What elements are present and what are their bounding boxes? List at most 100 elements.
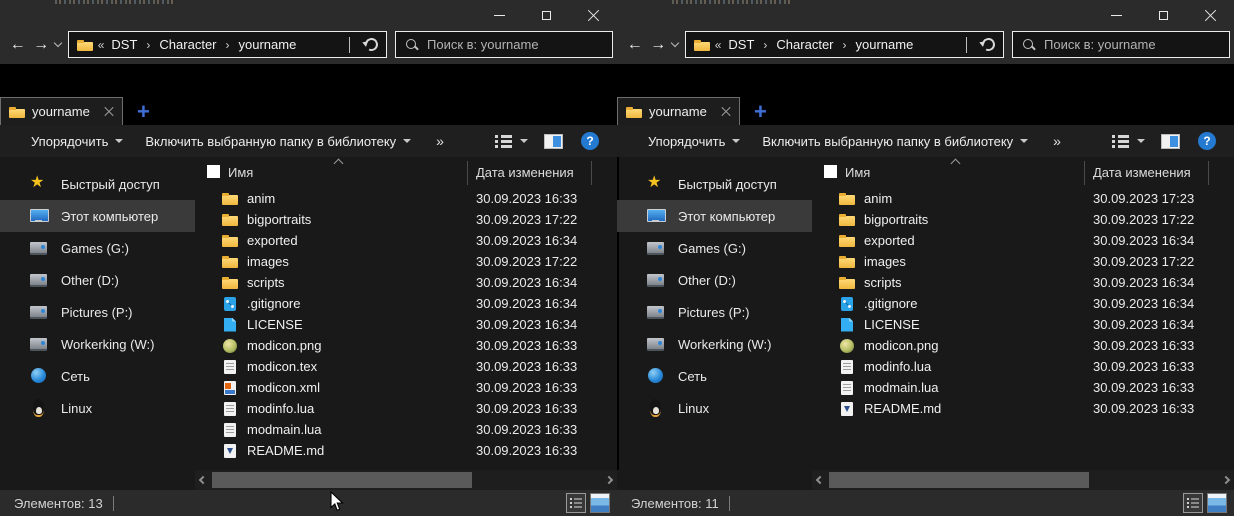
search-box[interactable] — [1012, 31, 1230, 58]
address-field[interactable]: « DST › Character › yourname — [685, 31, 1004, 58]
help-button[interactable]: ? — [1198, 132, 1216, 150]
file-row[interactable]: scripts 30.09.2023 16:34 — [195, 272, 617, 293]
sidebar-item[interactable]: Этот компьютер — [0, 200, 195, 232]
select-all-checkbox[interactable] — [207, 165, 220, 178]
breadcrumb-collapsed-button[interactable]: « — [98, 38, 105, 52]
sidebar-item[interactable]: Pictures (P:) — [617, 296, 812, 328]
include-in-library-button[interactable]: Включить выбранную папку в библиотеку — [751, 125, 1039, 157]
address-dropdown-button[interactable] — [966, 37, 967, 52]
sidebar-item[interactable]: Linux — [617, 392, 812, 424]
file-row[interactable]: bigportraits 30.09.2023 17:22 — [195, 209, 617, 230]
file-row[interactable]: modinfo.lua 30.09.2023 16:33 — [812, 356, 1234, 377]
column-header-name[interactable]: Имя — [845, 165, 870, 180]
file-row[interactable]: modicon.xml 30.09.2023 16:33 — [195, 377, 617, 398]
thumbnail-view-button[interactable] — [590, 493, 610, 513]
file-row[interactable]: modmain.lua 30.09.2023 16:33 — [812, 377, 1234, 398]
scrollbar-thumb[interactable] — [829, 472, 1089, 488]
minimize-button[interactable] — [1093, 0, 1140, 30]
file-row[interactable]: modicon.png 30.09.2023 16:33 — [195, 335, 617, 356]
view-dropdown-button[interactable] — [1137, 139, 1145, 143]
address-dropdown-button[interactable] — [349, 37, 350, 52]
search-input[interactable] — [1044, 37, 1220, 52]
back-button[interactable]: ← — [6, 37, 29, 53]
back-button[interactable]: ← — [623, 37, 646, 53]
file-row[interactable]: LICENSE 30.09.2023 16:34 — [812, 314, 1234, 335]
sidebar-item[interactable]: Games (G:) — [617, 232, 812, 264]
details-view-button[interactable] — [1183, 493, 1203, 513]
breadcrumb-segment-yourname[interactable]: yourname — [237, 37, 299, 52]
forward-button[interactable]: → — [646, 37, 669, 53]
file-row[interactable]: .gitignore 30.09.2023 16:34 — [812, 293, 1234, 314]
file-row[interactable]: LICENSE 30.09.2023 16:34 — [195, 314, 617, 335]
file-row[interactable]: README.md 30.09.2023 16:33 — [195, 440, 617, 461]
toolbar-overflow-button[interactable]: » — [422, 133, 458, 149]
file-row[interactable]: modmain.lua 30.09.2023 16:33 — [195, 419, 617, 440]
column-separator[interactable] — [467, 161, 468, 185]
new-tab-button[interactable]: + — [137, 103, 150, 121]
maximize-button[interactable] — [1140, 0, 1187, 30]
column-header-date[interactable]: Дата изменения — [476, 165, 574, 180]
sidebar-item[interactable]: Workerking (W:) — [617, 328, 812, 360]
file-row[interactable]: modinfo.lua 30.09.2023 16:33 — [195, 398, 617, 419]
file-row[interactable]: modicon.png 30.09.2023 16:33 — [812, 335, 1234, 356]
maximize-button[interactable] — [523, 0, 570, 30]
recent-locations-button[interactable] — [670, 43, 681, 46]
toolbar-overflow-button[interactable]: » — [1039, 133, 1075, 149]
file-row[interactable]: bigportraits 30.09.2023 17:22 — [812, 209, 1234, 230]
organize-button[interactable]: Упорядочить — [637, 125, 751, 157]
preview-pane-button[interactable] — [544, 134, 563, 149]
file-row[interactable]: exported 30.09.2023 16:34 — [195, 230, 617, 251]
new-tab-button[interactable]: + — [754, 103, 767, 121]
select-all-checkbox[interactable] — [824, 165, 837, 178]
breadcrumb-segment-yourname[interactable]: yourname — [854, 37, 916, 52]
organize-button[interactable]: Упорядочить — [20, 125, 134, 157]
column-separator[interactable] — [591, 161, 592, 185]
breadcrumb-segment-dst[interactable]: DST — [726, 37, 756, 52]
view-dropdown-button[interactable] — [520, 139, 528, 143]
search-box[interactable] — [395, 31, 613, 58]
close-button[interactable] — [1187, 0, 1234, 30]
scroll-left-button[interactable] — [812, 470, 828, 490]
file-row[interactable]: images 30.09.2023 17:22 — [195, 251, 617, 272]
refresh-button[interactable] — [363, 36, 380, 53]
close-button[interactable] — [570, 0, 617, 30]
help-button[interactable]: ? — [581, 132, 599, 150]
thumbnail-view-button[interactable] — [1207, 493, 1227, 513]
minimize-button[interactable] — [476, 0, 523, 30]
column-separator[interactable] — [1208, 161, 1209, 185]
file-row[interactable]: images 30.09.2023 17:22 — [812, 251, 1234, 272]
sidebar-item[interactable]: Быстрый доступ — [617, 168, 812, 200]
file-row[interactable]: .gitignore 30.09.2023 16:34 — [195, 293, 617, 314]
refresh-button[interactable] — [980, 36, 997, 53]
breadcrumb-segment-dst[interactable]: DST — [109, 37, 139, 52]
file-row[interactable]: README.md 30.09.2023 16:33 — [812, 398, 1234, 419]
sidebar-item[interactable]: Games (G:) — [0, 232, 195, 264]
breadcrumb-collapsed-button[interactable]: « — [715, 38, 722, 52]
recent-locations-button[interactable] — [53, 43, 64, 46]
preview-pane-button[interactable] — [1161, 134, 1180, 149]
column-header-name[interactable]: Имя — [228, 165, 253, 180]
details-view-button[interactable] — [566, 493, 586, 513]
breadcrumb-segment-character[interactable]: Character — [157, 37, 218, 52]
file-row[interactable]: scripts 30.09.2023 16:34 — [812, 272, 1234, 293]
horizontal-scrollbar[interactable] — [812, 470, 1234, 490]
sidebar-item[interactable]: Workerking (W:) — [0, 328, 195, 360]
breadcrumb-segment-character[interactable]: Character — [774, 37, 835, 52]
sidebar-item[interactable]: Этот компьютер — [617, 200, 812, 232]
change-view-button[interactable] — [1112, 135, 1130, 148]
scroll-right-button[interactable] — [601, 470, 617, 490]
column-header-date[interactable]: Дата изменения — [1093, 165, 1191, 180]
column-separator[interactable] — [1084, 161, 1085, 185]
sidebar-item[interactable]: Pictures (P:) — [0, 296, 195, 328]
file-row[interactable]: anim 30.09.2023 16:33 — [195, 188, 617, 209]
file-row[interactable]: modicon.tex 30.09.2023 16:33 — [195, 356, 617, 377]
tab-close-icon[interactable] — [721, 107, 731, 117]
scroll-right-button[interactable] — [1218, 470, 1234, 490]
search-input[interactable] — [427, 37, 603, 52]
horizontal-scrollbar[interactable] — [195, 470, 617, 490]
address-field[interactable]: « DST › Character › yourname — [68, 31, 387, 58]
sidebar-item[interactable]: Other (D:) — [617, 264, 812, 296]
tab-yourname[interactable]: yourname — [0, 97, 123, 125]
tab-close-icon[interactable] — [104, 107, 114, 117]
sidebar-item[interactable]: Other (D:) — [0, 264, 195, 296]
